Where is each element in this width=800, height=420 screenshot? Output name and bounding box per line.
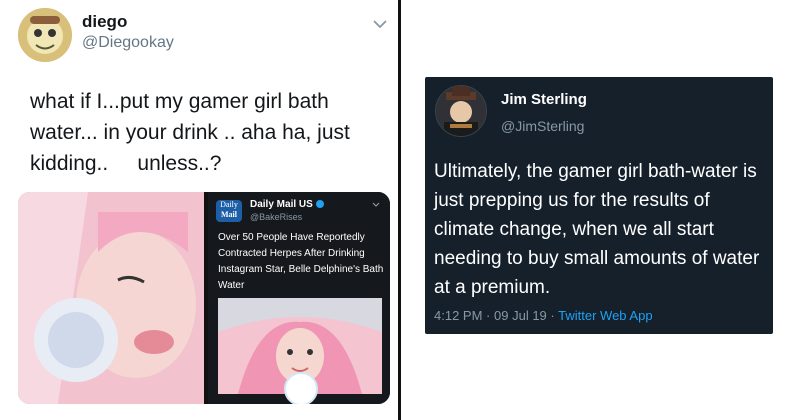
meta-separator: · xyxy=(550,308,555,323)
chevron-down-icon[interactable] xyxy=(372,18,388,30)
tweet-text: what if I...put my gamer girl bath water… xyxy=(30,86,360,179)
card-text: Over 50 People Have Reportedly Contracte… xyxy=(218,232,384,291)
display-name[interactable]: diego xyxy=(82,12,127,32)
tweet-date: 09 Jul 19 xyxy=(494,308,547,323)
photo-thumbnail[interactable] xyxy=(18,192,204,404)
card-account-name[interactable]: Daily Mail US xyxy=(250,199,324,210)
left-tweet-panel: diego @Diegookay what if I...put my game… xyxy=(0,0,398,420)
tweet-time: 4:12 PM xyxy=(434,308,483,323)
embedded-tweet-card[interactable]: Daily Mail Daily Mail US @BakeRises Over… xyxy=(208,192,390,404)
tweet-text-line: kidding.. unless..? xyxy=(30,152,222,175)
tweet-meta: 4:12 PM · 09 Jul 19 · Twitter Web App xyxy=(434,308,653,323)
avatar[interactable] xyxy=(435,85,487,137)
tweet-text: Ultimately, the gamer girl bath-water is… xyxy=(434,161,760,298)
meta-separator: · xyxy=(486,308,491,323)
chevron-down-icon[interactable] xyxy=(372,202,380,208)
display-name[interactable]: Jim Sterling xyxy=(501,91,587,108)
avatar-image xyxy=(436,86,486,136)
user-handle[interactable]: @JimSterling xyxy=(501,118,584,134)
card-badge xyxy=(284,372,318,404)
right-tweet-panel: Jim Sterling @JimSterling Ultimately, th… xyxy=(401,0,800,420)
source-app-link[interactable]: Twitter Web App xyxy=(558,308,652,323)
photo-image xyxy=(18,192,204,404)
media-grid[interactable]: Daily Mail Daily Mail US @BakeRises Over… xyxy=(18,192,390,404)
tweet-card[interactable]: Jim Sterling @JimSterling Ultimately, th… xyxy=(425,77,773,334)
verified-icon xyxy=(315,200,324,209)
avatar-image xyxy=(18,8,72,62)
tweet-text-line: what if I...put my gamer girl bath xyxy=(30,90,329,113)
avatar[interactable] xyxy=(18,8,72,62)
user-handle[interactable]: @Diegookay xyxy=(82,34,174,52)
daily-mail-logo: Daily Mail xyxy=(216,200,242,222)
tweet-text-line: water... in your drink .. aha ha, just xyxy=(30,121,350,144)
card-account-handle[interactable]: @BakeRises xyxy=(250,212,302,222)
